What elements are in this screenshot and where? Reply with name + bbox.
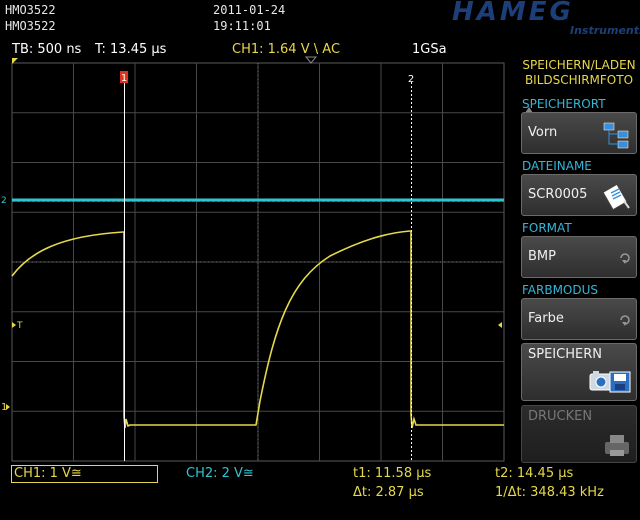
camera-save-icon — [589, 371, 631, 393]
device-name-2: HMO3522 — [5, 19, 56, 33]
format-value: BMP — [528, 249, 556, 264]
format-button[interactable]: BMP — [521, 236, 637, 278]
device-name-1: HMO3522 — [5, 3, 56, 17]
color-mode-value: Farbe — [528, 311, 564, 326]
cursor-1-label: 1 — [121, 73, 127, 84]
cursor-2-label: 2 — [408, 74, 414, 85]
graticule-grid — [11, 62, 505, 462]
rotate-icon — [620, 253, 630, 264]
trigger-time-readout[interactable]: T: 13.45 µs — [95, 42, 166, 57]
ch1-level-arrow-icon — [6, 404, 10, 410]
waveform-display[interactable]: 1 2 2 1 T — [0, 56, 515, 466]
cursor-t1-readout: t1: 11.58 µs — [353, 466, 432, 481]
trigger-level-label: T — [16, 321, 23, 331]
color-mode-button[interactable]: Farbe — [521, 298, 637, 340]
trigger-level-left-icon — [12, 322, 16, 328]
menu-label-format: FORMAT — [522, 221, 572, 235]
trigger-channel: CH1: 1.64 V — [232, 42, 310, 57]
folder-tree-icon — [603, 122, 629, 149]
rotate-icon — [620, 315, 630, 326]
storage-location-value: Vorn — [528, 125, 558, 140]
filename-value: SCR0005 — [528, 187, 588, 202]
trigger-settings[interactable]: CH1: 1.64 V \ AC — [232, 42, 340, 57]
trigger-coupling: AC — [322, 42, 341, 57]
save-label: SPEICHERN — [528, 347, 602, 362]
ch1-scale: CH1: 1 V≅ — [14, 466, 82, 481]
menu-label-storage-location: SPEICHERORT — [522, 97, 606, 111]
edit-document-icon — [602, 183, 630, 211]
storage-location-button[interactable]: Vorn — [521, 112, 637, 154]
cursor-t2-readout: t2: 14.45 µs — [495, 466, 574, 481]
menu-title: SPEICHERN/LADEN BILDSCHIRMFOTO — [518, 58, 640, 88]
print-label: DRUCKEN — [528, 409, 593, 424]
brand-subtitle: Instruments — [570, 24, 640, 37]
ch2-scale[interactable]: CH2: 2 V≅ — [186, 466, 254, 481]
menu-label-color-mode: FARBMODUS — [522, 283, 599, 297]
menu-title-line-2: BILDSCHIRMFOTO — [524, 73, 634, 87]
filename-button[interactable]: SCR0005 — [521, 174, 637, 216]
cursor-delta-t-readout: Δt: 2.87 µs — [353, 485, 424, 500]
sample-rate-readout: 1GSa — [412, 42, 447, 57]
menu-title-line-1: SPEICHERN/LADEN — [522, 58, 636, 72]
timebase-readout[interactable]: TB: 500 ns — [12, 42, 81, 57]
menu-label-filename: DATEINAME — [522, 159, 592, 173]
trigger-level-right-icon — [498, 322, 502, 328]
print-button[interactable]: DRUCKEN — [521, 405, 637, 463]
trigger-position-marker[interactable] — [304, 56, 318, 64]
trigger-slope-icon: \ — [313, 42, 319, 57]
time-label: 19:11:01 — [213, 19, 271, 33]
save-button[interactable]: SPEICHERN — [521, 343, 637, 401]
date-label: 2011-01-24 — [213, 3, 286, 17]
ch2-level-marker[interactable]: 2 — [1, 196, 7, 206]
cursor-inverse-delta-readout: 1/Δt: 348.43 kHz — [495, 485, 604, 500]
ch1-setting-box[interactable]: CH1: 1 V≅ — [11, 465, 158, 483]
brand-logo: HAMEG — [452, 0, 574, 27]
printer-icon — [605, 435, 629, 456]
